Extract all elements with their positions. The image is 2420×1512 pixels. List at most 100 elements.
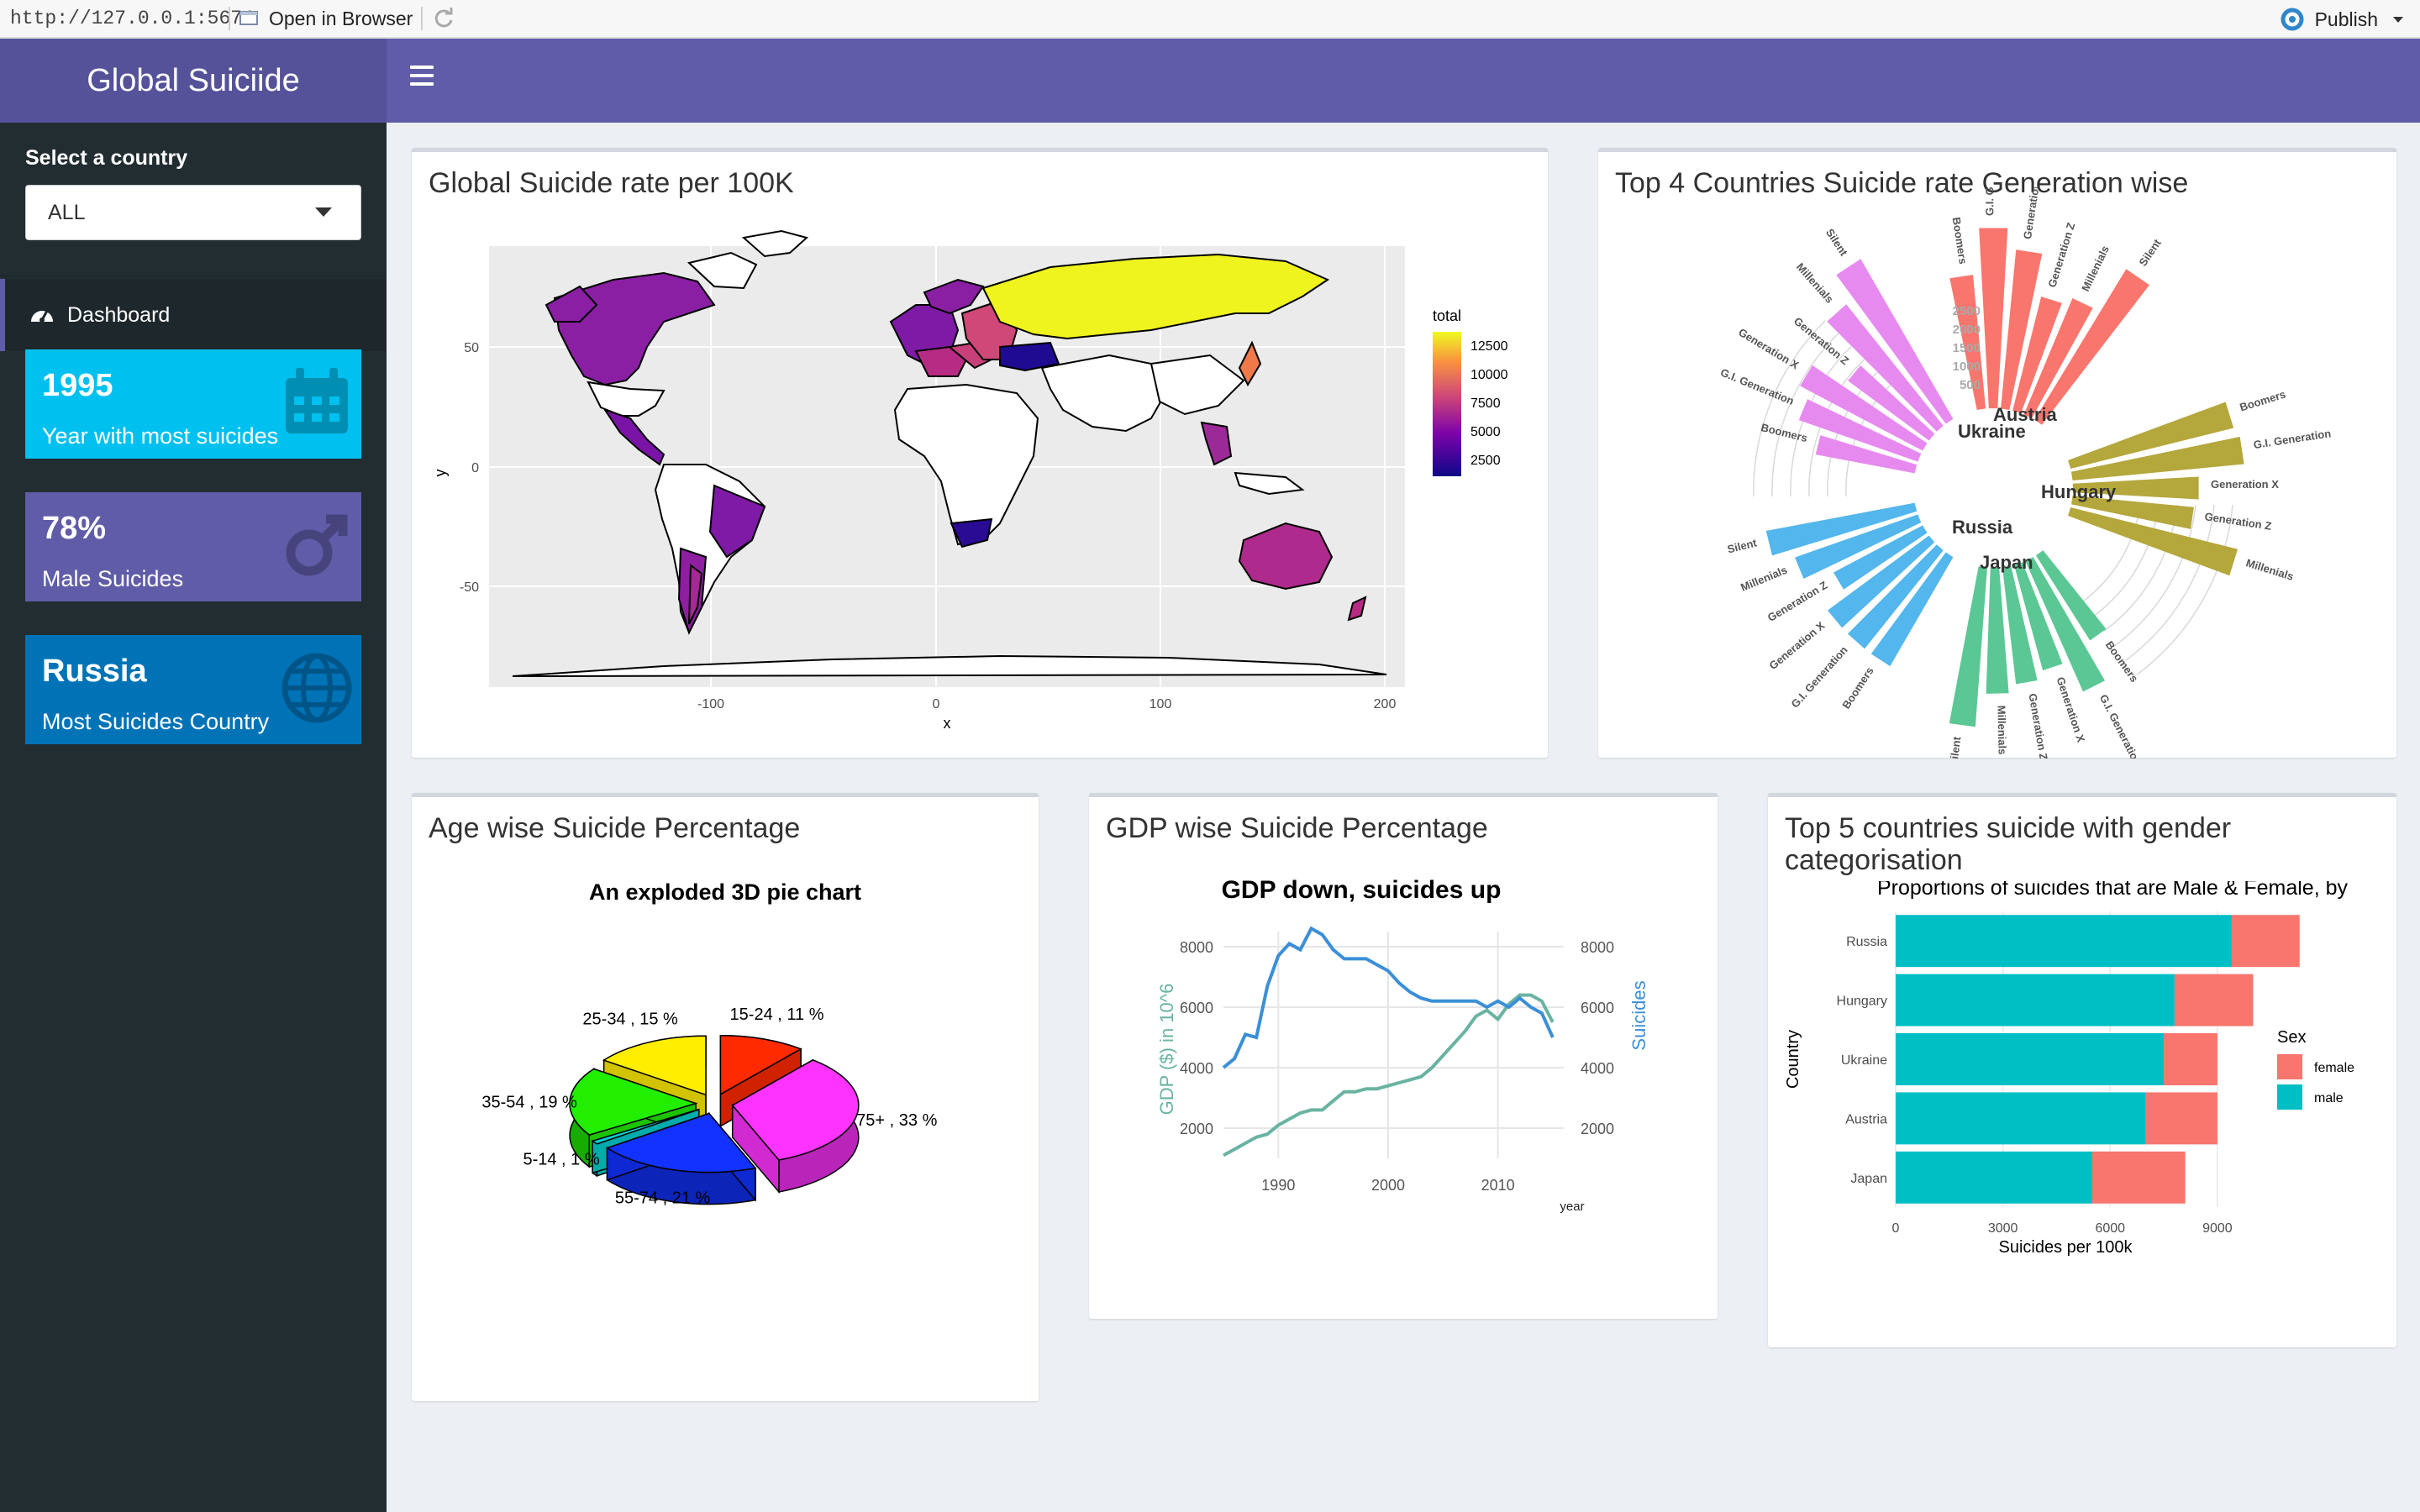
country-select-value: ALL bbox=[48, 200, 86, 224]
chart-title: Proportions of suicides that are Male & … bbox=[1877, 881, 2348, 900]
polar-bar-label: Millenials bbox=[2244, 556, 2295, 583]
bar-segment bbox=[2164, 1033, 2217, 1085]
y-tick-label: Austria bbox=[1845, 1112, 1887, 1126]
legend-tick-label: 12500 bbox=[1470, 339, 1508, 354]
x-tick-label: 100 bbox=[1150, 697, 1172, 711]
polar-bar-label: Boomers bbox=[1950, 216, 1970, 265]
y2-tick-label: 6000 bbox=[1581, 1000, 1614, 1016]
polar-card: Top 4 Countries Suicide rate Generation … bbox=[1598, 148, 2396, 759]
app-title: Global Suiciide bbox=[0, 39, 387, 123]
y2-axis-label: Suicides bbox=[1628, 980, 1649, 1050]
card-title: GDP wise Suicide Percentage bbox=[1106, 812, 1488, 844]
y-axis-label: Country bbox=[1784, 1030, 1802, 1089]
polar-bar-label: Silent bbox=[2136, 236, 2164, 268]
y2-tick-label: 2000 bbox=[1581, 1121, 1614, 1137]
pie-slice-label: 55-74 , 21 % bbox=[615, 1189, 711, 1207]
pie-card: Age wise Suicide Percentage An exploded … bbox=[412, 793, 1039, 1401]
polar-bar bbox=[2034, 269, 2149, 425]
y-tick-label: Ukraine bbox=[1841, 1053, 1887, 1068]
polar-bar-label: Generation X bbox=[2021, 187, 2044, 240]
radial-tick-label: 2500 bbox=[1953, 304, 1981, 318]
bar-segment bbox=[2145, 1092, 2217, 1145]
y-axis-label: y bbox=[432, 470, 449, 477]
polar-bar-label: Generation X bbox=[1736, 326, 1801, 372]
toolbar-divider bbox=[229, 7, 230, 30]
gdp-line-chart: GDP down, suicides up 8000 6000 4000 2000 800… bbox=[1156, 876, 1649, 1214]
x-tick-label: 2000 bbox=[1371, 1177, 1405, 1194]
y-tick-label: 2000 bbox=[1180, 1121, 1213, 1137]
pie-slice-label: 75+ , 33 % bbox=[856, 1111, 937, 1130]
dashboard-icon bbox=[31, 310, 53, 323]
country-select[interactable]: ALL bbox=[25, 185, 361, 240]
polar-bar-label: Generation Z bbox=[2045, 221, 2077, 289]
chevron-down-icon bbox=[2393, 16, 2403, 23]
x-tick-label: 0 bbox=[1892, 1221, 1900, 1236]
y2-tick-label: 4000 bbox=[1581, 1060, 1614, 1077]
sidebar-toggle-icon[interactable] bbox=[410, 66, 434, 96]
x-tick-label: 200 bbox=[1374, 697, 1397, 711]
polar-bar-chart: BoomersG.I. GenerationGeneration XGenera… bbox=[1718, 187, 2332, 759]
value-box-subtitle: Male Suicides bbox=[42, 566, 184, 591]
sidebar-item-label: Dashboard bbox=[67, 302, 171, 327]
x-tick-label: -100 bbox=[697, 697, 724, 711]
sidebar: Select a country ALL Dashboard 1995 Year… bbox=[0, 123, 387, 1512]
chevron-down-icon bbox=[315, 207, 332, 217]
polar-group-label: Ukraine bbox=[1958, 421, 2026, 442]
legend-tick-label: 7500 bbox=[1470, 396, 1501, 411]
male-icon bbox=[286, 514, 348, 576]
value-box-subtitle: Year with most suicides bbox=[42, 423, 279, 449]
y-tick-label: 50 bbox=[464, 341, 479, 355]
value-box-subtitle: Most Suicides Country bbox=[42, 709, 270, 734]
x-tick-label: 0 bbox=[933, 697, 940, 711]
polar-bar bbox=[1979, 228, 2008, 409]
y-tick-label: 0 bbox=[471, 461, 479, 475]
polar-group: BoomersG.I. GenerationGeneration XGenera… bbox=[1718, 226, 1954, 474]
gdp-card: GDP wise Suicide Percentage GDP down, su… bbox=[1089, 793, 1718, 1319]
polar-bar-label: Generation X bbox=[2211, 478, 2279, 491]
bar-segment bbox=[2174, 974, 2254, 1026]
bar-segment bbox=[1896, 915, 2232, 968]
polar-bar-label: Silent bbox=[1947, 735, 1964, 759]
y2-tick-label: 8000 bbox=[1581, 939, 1614, 956]
open-in-browser-label: Open in Browser bbox=[269, 7, 413, 29]
y-tick-label: 4000 bbox=[1180, 1060, 1213, 1077]
x-tick-label: 9000 bbox=[2202, 1221, 2233, 1236]
gender-card: Top 5 countries suicide with gender cate… bbox=[1768, 793, 2396, 1347]
sidebar-item-dashboard[interactable]: Dashboard bbox=[0, 279, 387, 351]
radial-tick-label: 1500 bbox=[1953, 341, 1981, 355]
y-tick-label: Japan bbox=[1850, 1172, 1887, 1186]
polar-group-label: Russia bbox=[1952, 517, 2013, 538]
app-header: Global Suiciide bbox=[0, 39, 2420, 123]
browser-window-icon bbox=[239, 11, 258, 25]
legend-label: male bbox=[2314, 1091, 2344, 1105]
legend-title: total bbox=[1433, 307, 1461, 324]
legend-swatch bbox=[2277, 1054, 2302, 1079]
value-box-number: 1995 bbox=[42, 368, 113, 403]
legend-tick-label: 5000 bbox=[1470, 425, 1501, 439]
legend-colorbar bbox=[1433, 332, 1461, 476]
polar-bar-label: Millenials bbox=[1995, 706, 2008, 755]
legend-label: female bbox=[2314, 1061, 2354, 1075]
url-text[interactable]: http://127.0.0.1:5674 bbox=[0, 8, 254, 29]
value-box-number: 78% bbox=[42, 511, 107, 546]
polar-group: BoomersG.I. GenerationGeneration XGenera… bbox=[1726, 502, 1954, 711]
y-tick-label: 6000 bbox=[1180, 1000, 1213, 1016]
chart-title: An exploded 3D pie chart bbox=[589, 879, 861, 905]
open-in-browser-button[interactable]: Open in Browser bbox=[239, 8, 413, 30]
gender-bar-chart: Proportions of suicides that are Male & … bbox=[1784, 881, 2354, 1257]
bar-segment bbox=[2092, 1151, 2186, 1204]
y-tick-label: Hungary bbox=[1837, 995, 1887, 1009]
legend-swatch bbox=[2277, 1084, 2302, 1110]
publish-button[interactable]: Publish bbox=[2278, 7, 2403, 32]
y-tick-label: 8000 bbox=[1180, 939, 1213, 956]
x-tick-label: 6000 bbox=[2095, 1221, 2125, 1236]
radial-tick-label: 2000 bbox=[1953, 323, 1981, 337]
refresh-icon[interactable] bbox=[431, 6, 456, 31]
polar-bar-label: Boomers bbox=[1839, 664, 1876, 711]
polar-bar-label: Generation Z bbox=[2204, 510, 2273, 533]
globe-icon bbox=[281, 653, 352, 723]
polar-bar-label: Boomers bbox=[2103, 638, 2141, 685]
y-axis-label: GDP ($) in 10^6 bbox=[1156, 984, 1177, 1116]
polar-bar-label: Generation X bbox=[1767, 619, 1828, 672]
y-tick-label: Russia bbox=[1846, 935, 1887, 949]
